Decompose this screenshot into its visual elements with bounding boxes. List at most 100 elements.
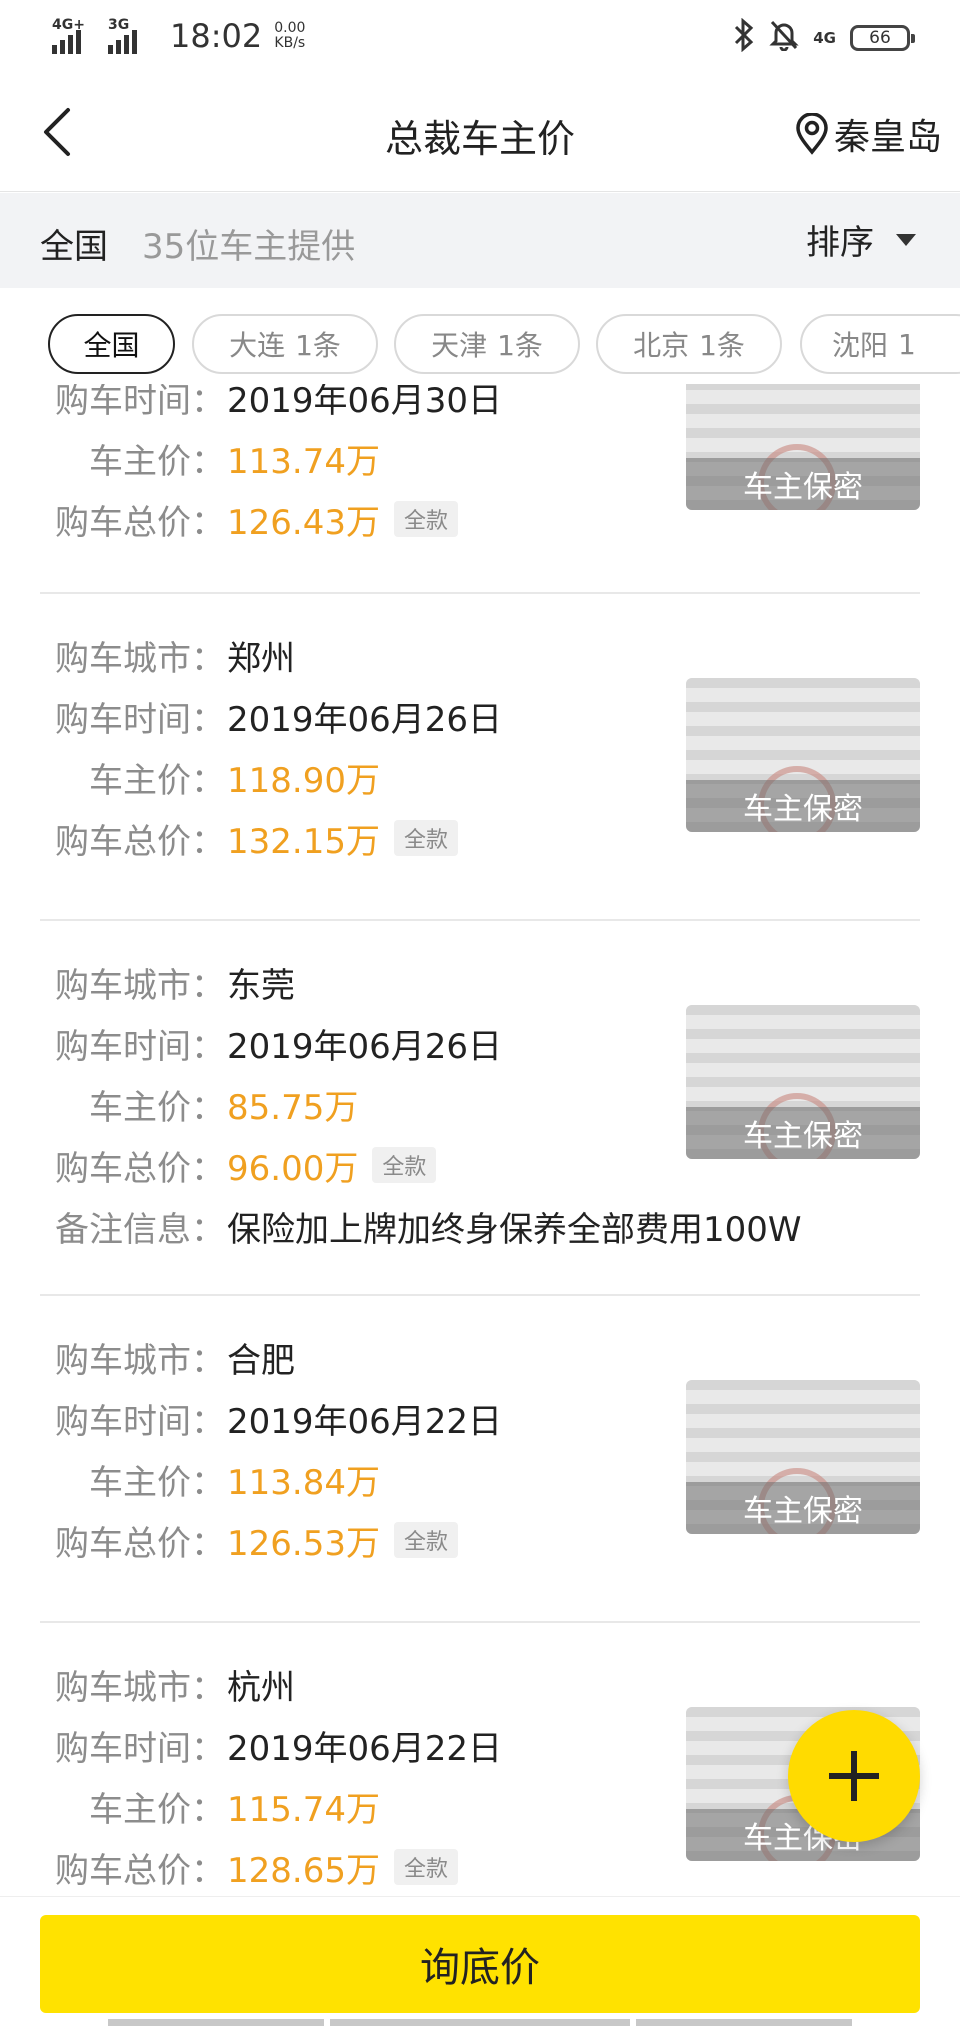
chip-tianjin[interactable]: 天津 1条 (394, 314, 580, 374)
payment-tag: 全款 (393, 820, 458, 856)
filter-header: 全国 35位车主提供 排序 (0, 193, 960, 288)
chip-label: 天津 (431, 329, 488, 362)
city-label: 购车城市： (55, 1340, 225, 1381)
record-total-price-row: 购车总价： 128.65万 全款 (40, 1842, 458, 1892)
tab-peek (108, 2019, 324, 2026)
record-city-row: 购车城市： 合肥 (40, 1332, 295, 1382)
chip-shenyang[interactable]: 沈阳 1 (800, 314, 960, 374)
owner-price-value: 85.75万 (227, 1087, 359, 1128)
invoice-thumbnail[interactable]: 车主保密 (686, 1380, 920, 1534)
record-total-price-row: 购车总价： 126.43万 全款 (40, 494, 458, 544)
location-button[interactable]: 秦皇岛 (794, 108, 942, 160)
bottom-bar: 询底价 (0, 1896, 960, 2026)
invoice-thumbnail[interactable]: 车主保密 (686, 384, 920, 510)
chip-beijing[interactable]: 北京 1条 (596, 314, 782, 374)
owner-count: 35位车主提供 (142, 227, 356, 267)
thumbnail-caption: 车主保密 (686, 458, 920, 510)
total-price-label: 购车总价： (55, 1850, 225, 1891)
record-card[interactable]: 购车城市： 购车时间： 2019年06月30日 车主价： 113.74万 购车总… (40, 384, 920, 594)
network-speed-unit: KB/s (274, 35, 306, 51)
remark-value: 保险加上牌加终身保养全部费用100W (227, 1209, 802, 1250)
battery-icon: 66 (850, 25, 915, 51)
bluetooth-icon (733, 17, 755, 59)
chip-all[interactable]: 全国 (48, 314, 175, 374)
owner-price-label: 车主价： (89, 441, 225, 482)
ask-lowest-price-label: 询底价 (420, 1945, 540, 1991)
owner-price-label: 车主价： (89, 1087, 225, 1128)
status-bar: 4G+ 3G 18:02 0.00 KB/s 4G 66 (0, 0, 960, 72)
owner-price-value: 118.90万 (227, 760, 380, 801)
signal-icon-2: 3G (108, 18, 152, 54)
tab-peek (636, 2019, 852, 2026)
record-owner-price-row: 车主价： 118.90万 (40, 752, 380, 802)
owner-price-label: 车主价： (89, 760, 225, 801)
city-value: 杭州 (227, 1667, 295, 1708)
invoice-thumbnail[interactable]: 车主保密 (686, 678, 920, 832)
total-price-label: 购车总价： (55, 1523, 225, 1564)
total-price-label: 购车总价： (55, 1148, 225, 1189)
price-record-list: 购车城市： 购车时间： 2019年06月30日 车主价： 113.74万 购车总… (0, 384, 960, 1896)
network-speed: 0.00 KB/s (274, 21, 305, 51)
network-speed-value: 0.00 (274, 20, 306, 36)
owner-price-value: 115.74万 (227, 1789, 380, 1830)
owner-price-value: 113.84万 (227, 1462, 380, 1503)
thumbnail-caption: 车主保密 (686, 1107, 920, 1159)
record-card[interactable]: 购车城市： 合肥 购车时间： 2019年06月22日 车主价： 113.84万 … (40, 1296, 920, 1623)
date-value: 2019年06月26日 (227, 1026, 503, 1067)
record-date-row: 购车时间： 2019年06月26日 (40, 691, 502, 741)
sort-label: 排序 (806, 223, 874, 263)
record-card[interactable]: 购车城市： 东莞 购车时间： 2019年06月26日 车主价： 85.75万 购… (40, 921, 920, 1296)
thumbnail-caption: 车主保密 (686, 780, 920, 832)
record-total-price-row: 购车总价： 96.00万 全款 (40, 1140, 437, 1190)
date-label: 购车时间： (55, 1401, 225, 1442)
tab-peek (330, 2019, 630, 2026)
add-price-button[interactable] (788, 1710, 920, 1842)
record-date-row: 购车时间： 2019年06月22日 (40, 1720, 502, 1770)
total-price-label: 购车总价： (55, 821, 225, 862)
map-pin-icon (796, 113, 828, 155)
battery-level: 66 (869, 28, 891, 48)
date-value: 2019年06月22日 (227, 1728, 503, 1769)
record-city-row: 购车城市： 东莞 (40, 957, 295, 1007)
date-label: 购车时间： (55, 1026, 225, 1067)
record-date-row: 购车时间： 2019年06月26日 (40, 1018, 502, 1068)
chip-label: 全国 (83, 329, 140, 362)
record-card[interactable]: 购车城市： 杭州 购车时间： 2019年06月22日 车主价： 115.74万 … (40, 1623, 920, 1896)
date-value: 2019年06月26日 (227, 699, 503, 740)
payment-tag: 全款 (393, 1522, 458, 1558)
owner-price-label: 车主价： (89, 1789, 225, 1830)
city-label: 购车城市： (55, 1667, 225, 1708)
scope-label: 全国 (40, 227, 108, 267)
payment-tag: 全款 (372, 1147, 437, 1183)
chip-label: 沈阳 (832, 329, 889, 362)
clock: 18:02 (170, 17, 263, 55)
nav-bar: 总裁车主价 秦皇岛 (0, 72, 960, 192)
city-value: 郑州 (227, 638, 295, 679)
invoice-thumbnail[interactable]: 车主保密 (686, 1005, 920, 1159)
sort-dropdown[interactable]: 排序 (806, 215, 916, 264)
bell-muted-icon (769, 19, 799, 58)
record-owner-price-row: 车主价： 115.74万 (40, 1781, 380, 1831)
owner-price-label: 车主价： (89, 1462, 225, 1503)
caret-down-icon (896, 233, 916, 246)
record-date-row: 购车时间： 2019年06月22日 (40, 1393, 502, 1443)
record-total-price-row: 购车总价： 126.53万 全款 (40, 1515, 458, 1565)
remark-label: 备注信息： (55, 1209, 225, 1250)
date-value: 2019年06月30日 (227, 384, 503, 421)
date-label: 购车时间： (55, 384, 225, 421)
chip-dalian[interactable]: 大连 1条 (192, 314, 378, 374)
payment-tag: 全款 (393, 501, 458, 537)
city-filter-chips: 全国 大连 1条 天津 1条 北京 1条 沈阳 1 (0, 288, 960, 384)
date-value: 2019年06月22日 (227, 1401, 503, 1442)
record-card[interactable]: 购车城市： 郑州 购车时间： 2019年06月26日 车主价： 118.90万 … (40, 594, 920, 921)
record-city-row: 购车城市： 郑州 (40, 630, 295, 680)
owner-price-value: 113.74万 (227, 441, 380, 482)
record-date-row: 购车时间： 2019年06月30日 (40, 384, 502, 422)
thumbnail-caption: 车主保密 (686, 1482, 920, 1534)
record-total-price-row: 购车总价： 132.15万 全款 (40, 813, 458, 863)
record-remark-row: 备注信息： 保险加上牌加终身保养全部费用100W (40, 1201, 802, 1251)
record-owner-price-row: 车主价： 113.84万 (40, 1454, 380, 1504)
ask-lowest-price-button[interactable]: 询底价 (40, 1915, 920, 2013)
total-price-value: 126.43万 (227, 502, 380, 543)
date-label: 购车时间： (55, 1728, 225, 1769)
